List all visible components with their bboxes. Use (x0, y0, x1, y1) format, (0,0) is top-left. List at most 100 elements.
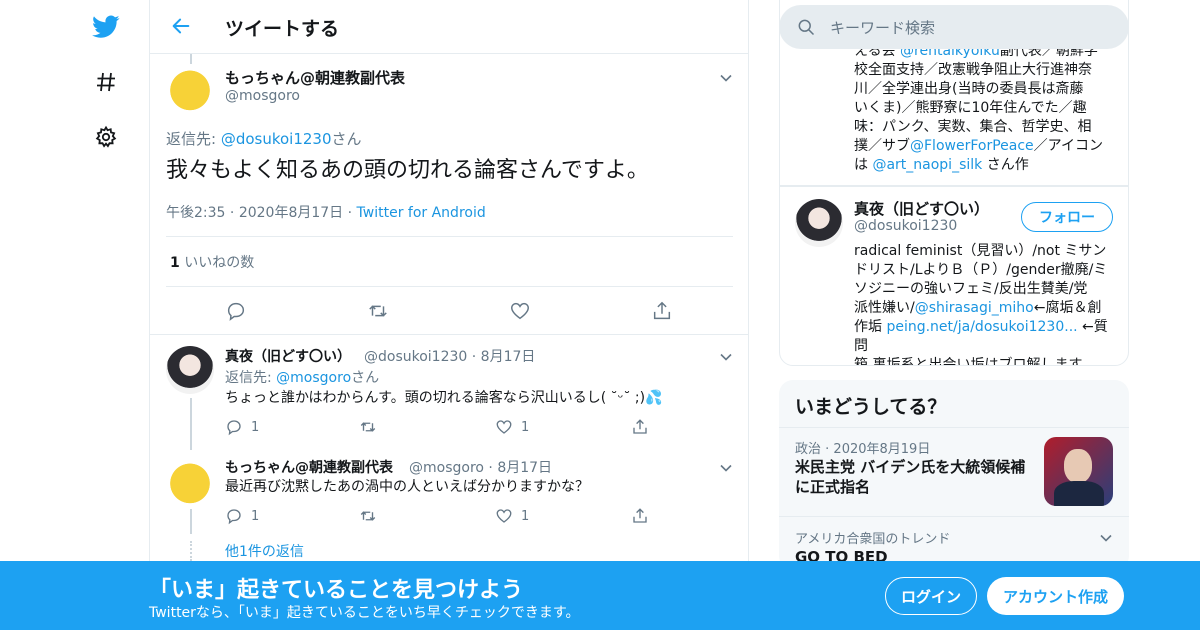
search-icon (796, 17, 816, 37)
bio-line: 味：パンク、実数、集合、哲学史、相 (854, 119, 1092, 135)
news-category: 政治 (795, 442, 822, 457)
like-count: 1 (521, 419, 530, 435)
signup-button[interactable]: アカウント作成 (987, 577, 1124, 615)
tweet-text: 我々もよく知るあの頭の切れる論客さんですよ。 (166, 158, 649, 183)
search-bar[interactable]: キーワード検索 (779, 5, 1129, 49)
profile-handle[interactable]: @dosukoi1230 (854, 218, 957, 234)
signup-banner: 「いま」起きていることを見つけよう Twitterなら、「いま」起きていることを… (0, 561, 1200, 630)
like-button[interactable]: 1 (495, 418, 529, 436)
explore-hashtag-icon[interactable] (92, 68, 120, 96)
bio-line: 校全面支持／改憲戦争阻止大行進神奈 (854, 62, 1092, 78)
reply-handle-link[interactable]: @mosgoro (276, 370, 351, 386)
reply-author-handle: @dosukoi1230 · 8月17日 (364, 349, 536, 365)
mention-link[interactable]: @shirasagi_miho (915, 300, 1034, 316)
news-title: 米民主党 バイデン氏を大統領候補 に正式指名 (795, 457, 1035, 497)
profile-card: 真夜（旧どす〇い） @dosukoi1230 フォロー radical femi… (779, 186, 1129, 366)
mention-link[interactable]: @FlowerForPeace (910, 138, 1034, 154)
bio-text: 作垢 (854, 319, 887, 335)
follow-button[interactable]: フォロー (1021, 202, 1113, 232)
mention-link[interactable]: @art_naopi_silk (872, 157, 982, 173)
bio-line: ドリスト/LよりＢ（Ｐ）/gender撤廃/ミ (854, 262, 1108, 278)
divider (166, 286, 733, 287)
share-icon[interactable] (631, 418, 649, 436)
reply-count: 1 (251, 419, 260, 435)
reply-button[interactable]: 1 (225, 418, 259, 436)
profile-bio: える会 @rentaikyoiku副代表／朝鮮学 校全面支持／改憲戦争阻止大行進… (854, 42, 1114, 175)
bio-text: 派性嫌い/ (854, 300, 915, 316)
tweet-column: ツイートする もっちゃん@朝連教副代表 @mosgoro 返信先: @dosuk… (149, 0, 749, 630)
bio-line: 川／全学連出身(当時の委員長は斎藤 (854, 81, 1084, 97)
news-thumbnail (1044, 437, 1113, 506)
thread-line (190, 509, 192, 534)
reply-text: 最近再び沈黙したあの渦中の人といえば分かりますかな？ (225, 479, 589, 495)
chevron-down-icon[interactable] (719, 349, 733, 363)
retweet-icon[interactable] (359, 418, 377, 436)
author-name[interactable]: もっちゃん@朝連教副代表 (225, 67, 405, 88)
avatar[interactable] (795, 199, 843, 247)
bio-line: いくま)／熊野寮に10年住んでた／趣 (854, 100, 1087, 116)
tweet-meta: 午後2:35 · 2020年8月17日 · Twitter for Androi… (166, 205, 486, 221)
chevron-down-icon[interactable] (1099, 530, 1113, 544)
trend-location: アメリカ合衆国のトレンド (795, 532, 951, 547)
retweet-icon[interactable] (359, 507, 377, 525)
login-button[interactable]: ログイン (885, 577, 977, 615)
twitter-logo-icon[interactable] (92, 13, 120, 41)
news-meta: 政治 · 2020年8月19日 (795, 442, 931, 457)
bio-text: ／アイコン (1033, 138, 1103, 154)
page-header: ツイートする (150, 0, 748, 54)
divider (779, 516, 1129, 517)
reply-suffix: さん (331, 130, 362, 148)
tweet-source-link[interactable]: Twitter for Android (357, 205, 486, 221)
thread-dots (190, 541, 192, 561)
banner-subtitle: Twitterなら、「いま」起きていることをいち早くチェックできます。 (149, 605, 580, 621)
reply-author-name[interactable]: もっちゃん@朝連教副代表 (225, 457, 393, 477)
reply-to: 返信先: @dosukoi1230さん (166, 128, 362, 149)
profile-name[interactable]: 真夜（旧どす〇い） (854, 198, 989, 219)
tweet-date[interactable]: 2020年8月17日 (239, 205, 343, 221)
settings-gear-icon[interactable] (92, 123, 120, 151)
like-heart-icon[interactable] (509, 300, 531, 322)
reply-date[interactable]: 8月17日 (481, 349, 536, 365)
divider (779, 427, 1129, 428)
banner-title: 「いま」起きていることを見つけよう (149, 578, 524, 603)
like-button[interactable]: 1 (495, 507, 529, 525)
back-arrow-icon[interactable] (170, 15, 192, 37)
like-count-row[interactable]: 1 いいねの数 (170, 252, 254, 272)
bio-line: radical feminist（見習い）/not ミサン (854, 243, 1107, 259)
reply-icon[interactable] (225, 300, 247, 322)
avatar[interactable] (166, 457, 214, 505)
reply-handle-link[interactable]: @dosukoi1230 (221, 130, 332, 148)
thread-line (190, 398, 192, 450)
more-replies-link[interactable]: 他1件の返信 (225, 541, 304, 561)
reply-author-name[interactable]: 真夜（旧どす〇い） (225, 346, 351, 366)
like-label: いいねの数 (184, 255, 255, 271)
chevron-down-icon[interactable] (719, 70, 733, 84)
reply-handle[interactable]: @mosgoro (409, 460, 484, 476)
tweet-time[interactable]: 午後2:35 (166, 205, 225, 221)
reply-icon (227, 420, 241, 436)
bio-text: さん作 (982, 157, 1029, 173)
retweet-icon[interactable] (367, 300, 389, 322)
share-icon[interactable] (651, 300, 673, 322)
like-count: 1 (521, 508, 530, 524)
author-handle[interactable]: @mosgoro (225, 88, 300, 104)
like-heart-icon (496, 509, 512, 523)
avatar[interactable] (166, 64, 214, 112)
share-icon[interactable] (631, 507, 649, 525)
reply-author-handle: @mosgoro · 8月17日 (409, 460, 553, 476)
avatar[interactable] (166, 346, 214, 394)
bio-text: ←腐垢＆創 (1033, 300, 1102, 316)
divider (150, 334, 748, 335)
page-title: ツイートする (225, 18, 340, 40)
reply-suffix: さん (351, 370, 380, 386)
url-link[interactable]: peing.net/ja/dosukoi1230... (886, 319, 1077, 335)
reply-date[interactable]: 8月17日 (497, 460, 552, 476)
reply-button[interactable]: 1 (225, 507, 259, 525)
trends-panel: いまどうしてる？ 政治 · 2020年8月19日 米民主党 バイデン氏を大統領候… (779, 380, 1129, 570)
search-input[interactable]: キーワード検索 (830, 17, 935, 38)
reply-handle[interactable]: @dosukoi1230 (364, 349, 467, 365)
thread-line (190, 54, 192, 64)
chevron-down-icon[interactable] (719, 460, 733, 474)
profile-bio: radical feminist（見習い）/not ミサン ドリスト/LよりＢ（… (854, 242, 1116, 365)
news-date: 2020年8月19日 (833, 442, 931, 457)
